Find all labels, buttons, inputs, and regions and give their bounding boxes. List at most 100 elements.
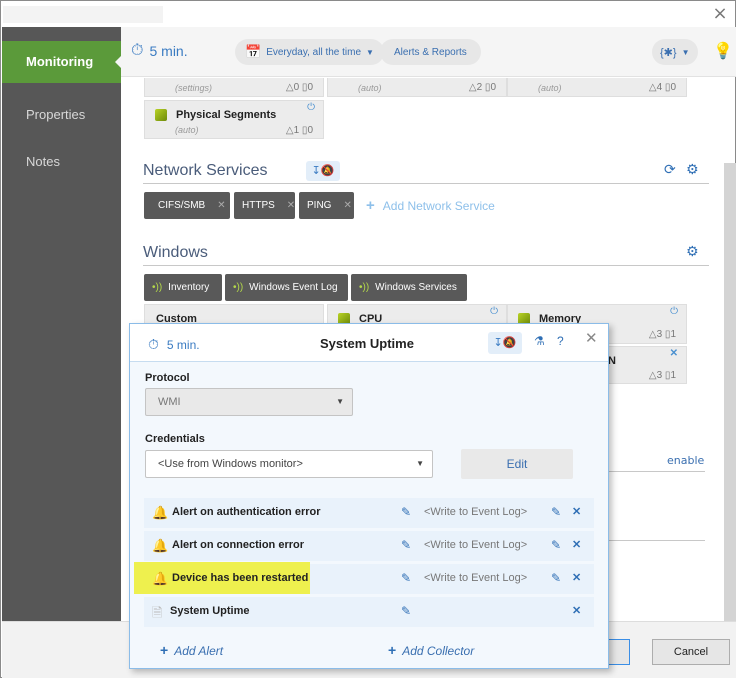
lightbulb-icon[interactable]: 💡 [713, 41, 733, 60]
tile-counts: △3 ▯1 [648, 370, 676, 381]
windows-chip-services[interactable]: •)) Windows Services [351, 274, 467, 301]
sidebar-item-notes[interactable]: Notes [2, 141, 121, 183]
credentials-label: Credentials [145, 433, 205, 445]
schedule-dropdown[interactable]: 📅 Everyday, all the time ▼ [235, 39, 384, 65]
credentials-select[interactable]: <Use from Windows monitor> ▼ [145, 450, 433, 478]
cancel-button[interactable]: Cancel [652, 639, 730, 665]
sidebar-item-properties[interactable]: Properties [2, 94, 121, 136]
chip-label: CIFS/SMB [158, 200, 206, 211]
monitor-tile[interactable]: (settings) △0 ▯0 [144, 78, 324, 97]
dialog-interval-button[interactable]: ⏱ 5 min. [148, 336, 200, 353]
service-chip-ping[interactable]: PING ✕ [299, 192, 354, 219]
windows-chip-inventory[interactable]: •)) Inventory [144, 274, 222, 301]
monitoring-toolbar: ⏱ 5 min. 📅 Everyday, all the time ▼ Aler… [121, 27, 736, 77]
refresh-icon[interactable]: ⟳ [664, 162, 676, 178]
windows-title: Windows [143, 244, 208, 261]
remove-icon[interactable]: ✕ [343, 200, 351, 211]
dialog-header: ⏱ 5 min. System Uptime ↧🔕 ⚗ ? ✕ [130, 324, 608, 362]
chip-label: Windows Event Log [249, 282, 338, 293]
help-icon[interactable]: ? [557, 334, 564, 348]
monitor-tile[interactable]: (auto) △2 ▯0 [327, 78, 507, 97]
add-alert-link[interactable]: + Add Alert [160, 642, 223, 658]
edit-pencil-icon[interactable]: ✎ [551, 538, 561, 552]
dialog-close-icon[interactable]: ✕ [585, 329, 598, 347]
tile-name: Physical Segments [176, 109, 277, 121]
tile-counts: △3 ▯1 [648, 329, 676, 340]
caret-down-icon: ▼ [366, 47, 374, 57]
alert-action[interactable]: <Write to Event Log> [424, 506, 527, 518]
alerts-reports-button[interactable]: Alerts & Reports [380, 39, 481, 65]
add-network-service-link[interactable]: + Add Network Service [366, 197, 495, 214]
edit-pencil-icon[interactable]: ✎ [401, 604, 411, 618]
chip-label: Inventory [168, 282, 210, 293]
delete-icon[interactable]: ✕ [572, 604, 581, 617]
flask-test-icon[interactable]: ⚗ [534, 334, 545, 348]
plus-icon: + [388, 642, 397, 658]
collector-row[interactable]: 🗎 System Uptime ✎ ✕ [144, 597, 594, 627]
delete-icon[interactable]: ✕ [572, 571, 581, 584]
scrollbar[interactable] [724, 163, 736, 621]
mute-alerts-icon[interactable]: ↧🔕 [306, 161, 340, 181]
divider [601, 540, 705, 541]
tile-name: N [608, 355, 616, 367]
service-chip-https[interactable]: HTTPS ✕ [234, 192, 295, 219]
credentials-value: <Use from Windows monitor> [158, 458, 303, 470]
tile-sub: (auto) [175, 125, 199, 135]
alert-action[interactable]: <Write to Event Log> [424, 572, 527, 584]
power-icon[interactable]: ⏻ [490, 306, 498, 317]
network-services-title: Network Services [143, 162, 268, 179]
interval-label: 5 min. [149, 43, 188, 59]
remove-icon[interactable]: ✕ [217, 200, 225, 211]
add-collector-link[interactable]: + Add Collector [388, 642, 474, 658]
delete-icon[interactable]: ✕ [572, 505, 581, 518]
alert-row[interactable]: 🔔 Alert on authentication error ✎ <Write… [144, 498, 594, 528]
physical-segments-tile[interactable]: Physical Segments ⏻ (auto) △1 ▯0 [144, 100, 324, 139]
tile-counts: △0 ▯0 [285, 82, 313, 93]
divider [143, 265, 709, 266]
remove-icon[interactable]: ✕ [287, 200, 295, 211]
system-uptime-dialog: ⏱ 5 min. System Uptime ↧🔕 ⚗ ? ✕ Protocol… [129, 323, 609, 669]
collector-label: System Uptime [170, 605, 250, 617]
protocol-label: Protocol [145, 372, 190, 384]
edit-pencil-icon[interactable]: ✎ [401, 571, 411, 585]
caret-down-icon: ▼ [681, 47, 690, 57]
sidebar-item-monitoring[interactable]: Monitoring [2, 41, 122, 83]
alert-row-highlighted[interactable]: 🔔 Device has been restarted ✎ <Write to … [134, 562, 594, 594]
cube-icon [155, 109, 167, 121]
power-icon[interactable]: ⏻ [670, 306, 678, 317]
window-close-icon[interactable]: × [711, 5, 729, 23]
schedule-label: Everyday, all the time [266, 46, 362, 58]
chip-label: HTTPS [242, 200, 275, 211]
service-chip-cifs[interactable]: CIFS/SMB ✕ [144, 192, 230, 219]
remove-icon[interactable]: ✕ [670, 348, 678, 359]
alert-action[interactable]: <Write to Event Log> [424, 539, 527, 551]
plus-icon: + [366, 197, 375, 214]
chip-label: Windows Services [375, 282, 457, 293]
edit-pencil-icon[interactable]: ✎ [551, 505, 561, 519]
document-icon: 🗎 [152, 605, 163, 620]
edit-pencil-icon[interactable]: ✎ [401, 538, 411, 552]
tile-counts: △4 ▯0 [648, 82, 676, 93]
bell-icon: 🔔 [152, 538, 169, 553]
caret-down-icon: ▼ [336, 397, 344, 406]
delete-icon[interactable]: ✕ [572, 538, 581, 551]
gear-icon[interactable]: ⚙ [686, 162, 699, 178]
windows-chip-event-log[interactable]: •)) Windows Event Log [225, 274, 348, 301]
gear-icon[interactable]: ⚙ [686, 244, 699, 260]
alert-label: Device has been restarted [172, 572, 309, 584]
edit-pencil-icon[interactable]: ✎ [401, 505, 411, 519]
tile-sub: (settings) [175, 83, 213, 93]
bell-icon: 🔔 [152, 571, 169, 586]
monitor-tile[interactable]: (auto) △4 ▯0 [507, 78, 687, 97]
edit-pencil-icon[interactable]: ✎ [551, 571, 561, 585]
edit-credentials-button[interactable]: Edit [461, 449, 573, 479]
enable-link[interactable]: enable [667, 454, 704, 467]
interval-button[interactable]: ⏱ 5 min. [131, 42, 188, 60]
alert-row[interactable]: 🔔 Alert on connection error ✎ <Write to … [144, 531, 594, 561]
protocol-select[interactable]: WMI ▼ [145, 388, 353, 416]
divider [601, 471, 705, 472]
power-icon[interactable]: ⏻ [307, 102, 315, 113]
mute-alerts-icon[interactable]: ↧🔕 [488, 332, 522, 354]
sidebar: Monitoring Properties Notes [2, 27, 122, 621]
variables-dropdown[interactable]: {✱} ▼ [652, 39, 698, 65]
